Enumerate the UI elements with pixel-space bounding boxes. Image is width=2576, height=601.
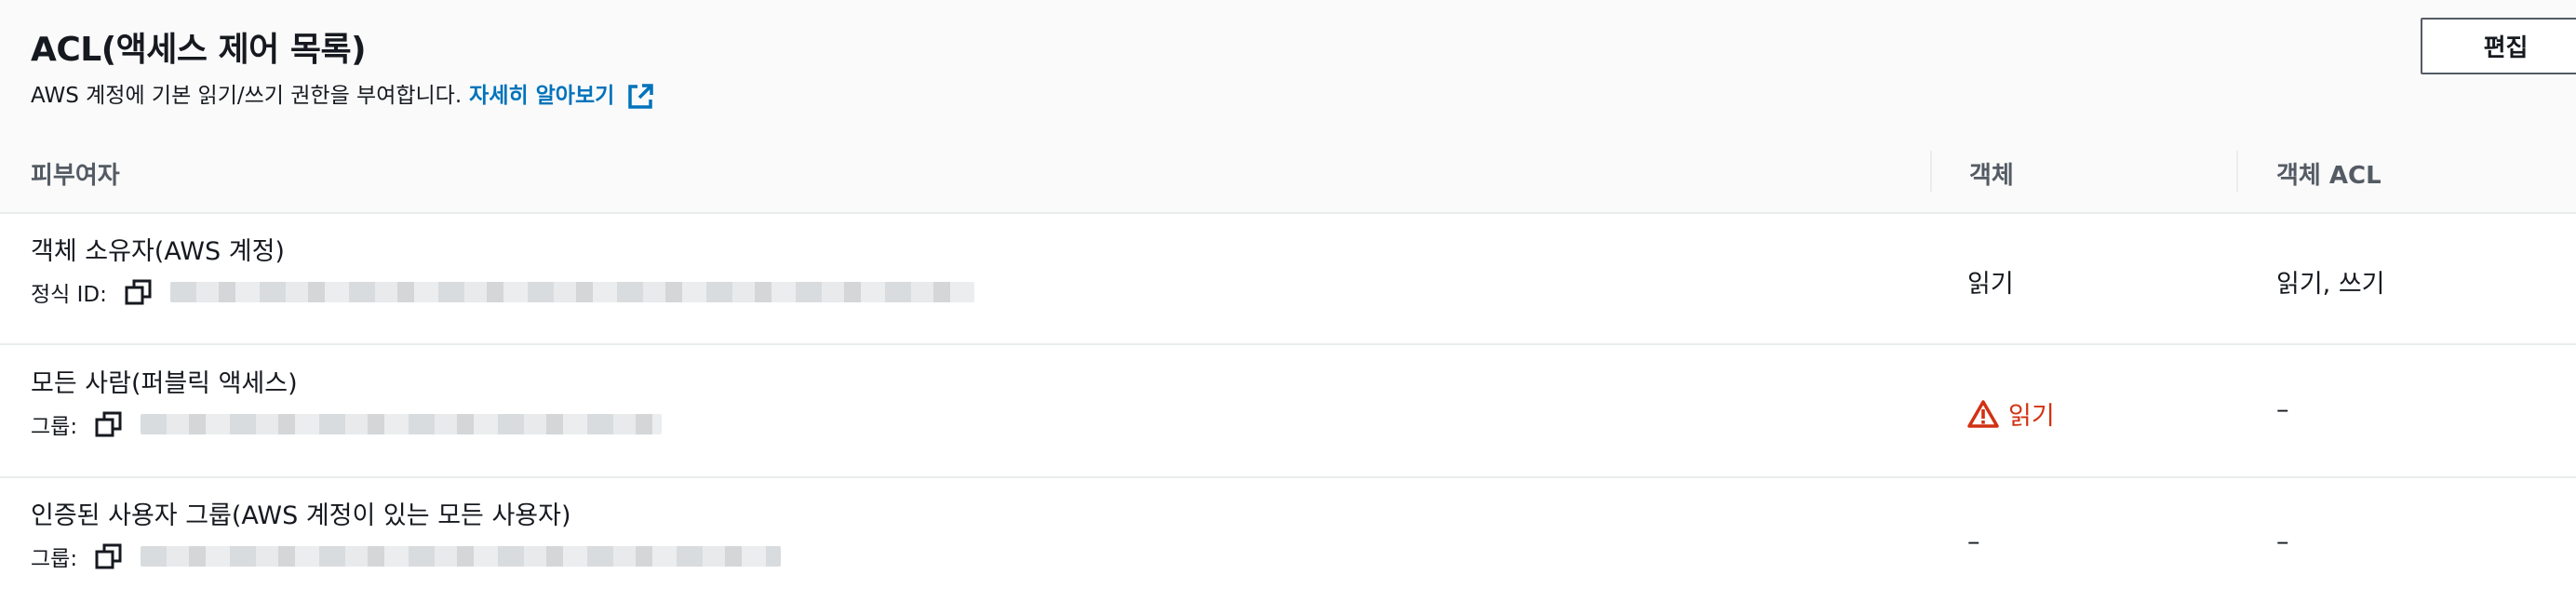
copy-icon[interactable] [124,277,154,307]
edit-button[interactable]: 편집 [2421,18,2576,74]
grantee-name: 객체 소유자(AWS 계정) [31,237,285,266]
row-divider [0,343,2576,345]
object-acl-permission: – [2276,395,2289,424]
column-header-grantee: 피부여자 [31,162,120,190]
objects-permission: – [1967,528,1980,556]
objects-permission: 읽기 [1967,270,2014,299]
id-label: 그룹: [31,547,78,571]
column-divider[interactable] [1930,151,1932,192]
grantee-id-line: 정식 ID: [31,276,974,308]
redacted-group-uri [141,546,782,567]
id-label: 정식 ID: [31,283,107,307]
id-label: 그룹: [31,415,78,439]
redacted-canonical-id [169,282,974,302]
row-divider [0,476,2576,478]
learn-more-link[interactable]: 자세히 알아보기 [469,77,614,109]
copy-icon[interactable] [94,409,124,439]
objects-permission: 읽기 [2008,402,2055,431]
page-title: ACL(액세스 제어 목록) [31,31,367,69]
column-divider[interactable] [2236,151,2238,192]
redacted-group-uri [141,414,663,434]
column-header-object-acl: 객체 ACL [2276,162,2381,190]
grantee-name: 인증된 사용자 그룹(AWS 계정이 있는 모든 사용자) [31,501,571,530]
column-header-objects: 객체 [1969,162,2014,190]
objects-permission-warning: 읽기 [1967,395,2055,432]
acl-panel: ACL(액세스 제어 목록) AWS 계정에 기본 읽기/쓰기 권한을 부여합니… [0,0,2576,601]
grantee-id-line: 그룹: [31,408,663,440]
copy-icon[interactable] [94,541,124,571]
grantee-id-line: 그룹: [31,541,782,572]
warning-icon [1967,399,1999,428]
acl-description: AWS 계정에 기본 읽기/쓰기 권한을 부여합니다. 자세히 알아보기 [31,74,655,112]
external-link-icon[interactable] [625,82,655,112]
object-acl-permission: 읽기, 쓰기 [2276,270,2385,299]
object-acl-permission: – [2276,528,2289,556]
description-text: AWS 계정에 기본 읽기/쓰기 권한을 부여합니다. [31,84,463,108]
grantee-name: 모든 사람(퍼블릭 액세스) [31,369,298,398]
